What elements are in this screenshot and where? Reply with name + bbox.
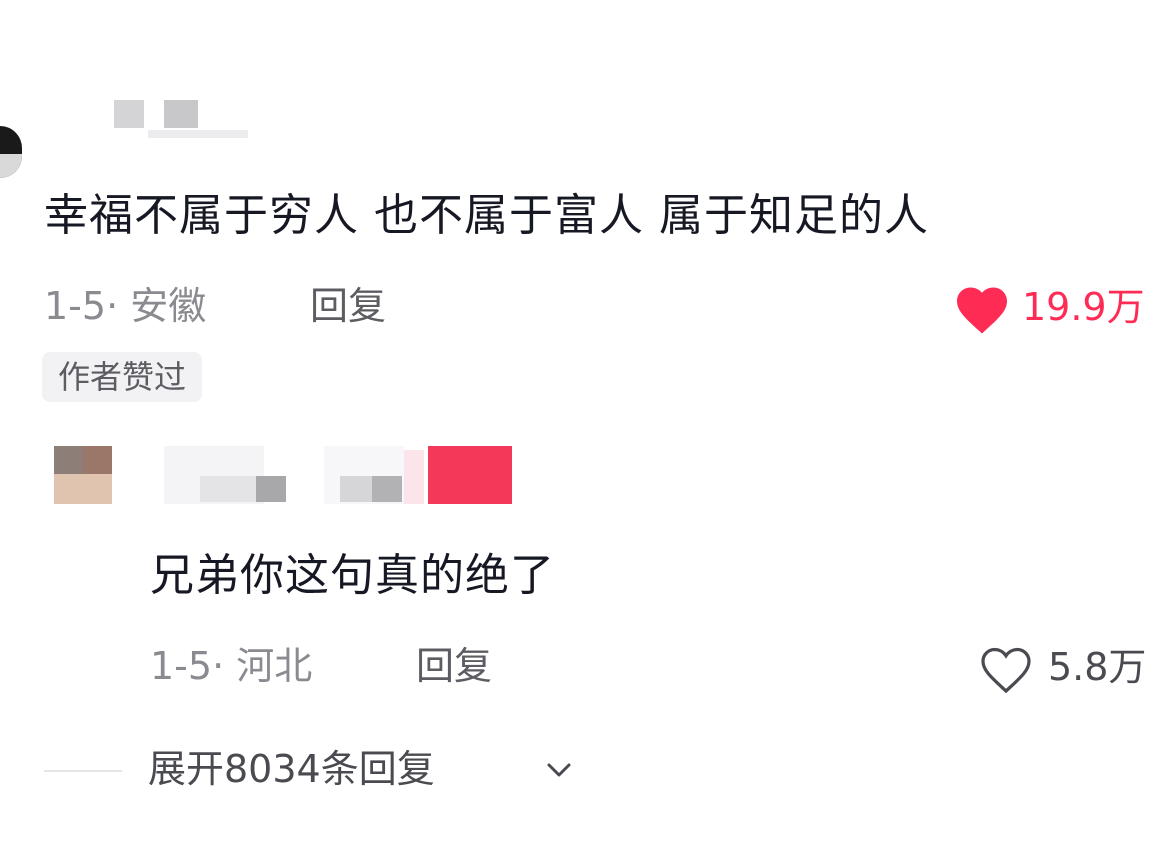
comment-date-location: 1-5· 河北	[150, 644, 313, 688]
username-blurred[interactable]	[164, 446, 514, 506]
author-liked-badge: 作者赞过	[42, 352, 203, 402]
comment-text: 兄弟你这句真的绝了	[150, 550, 555, 601]
avatar[interactable]	[54, 446, 112, 504]
heart-outline-icon	[981, 647, 1031, 694]
like-count: 5.8万	[1048, 645, 1147, 689]
like-button[interactable]	[976, 640, 1036, 696]
heart-filled-icon	[957, 287, 1007, 334]
like-count: 19.9万	[1022, 285, 1145, 329]
username-blurred[interactable]	[108, 96, 278, 144]
reply-button[interactable]: 回复	[416, 642, 492, 690]
comment-text: 幸福不属于穷人 也不属于富人 属于知足的人	[44, 190, 929, 241]
comment-date-location: 1-5· 安徽	[44, 284, 207, 328]
chevron-down-icon	[547, 763, 571, 777]
divider	[44, 770, 122, 772]
like-button[interactable]	[952, 280, 1012, 336]
avatar[interactable]	[0, 126, 22, 178]
expand-replies-button[interactable]: 展开8034条回复	[148, 745, 571, 793]
expand-replies-label: 展开8034条回复	[148, 747, 435, 791]
reply-button[interactable]: 回复	[310, 282, 386, 330]
